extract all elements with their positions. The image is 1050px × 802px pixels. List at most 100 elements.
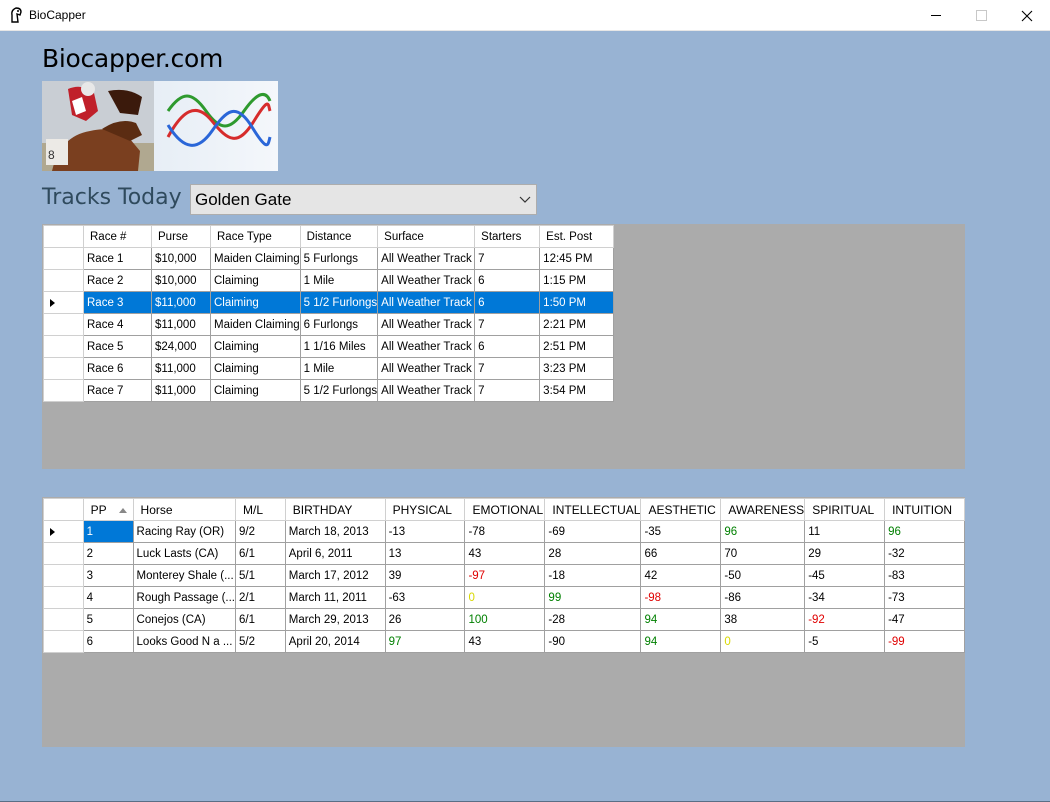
race-cell-race-type[interactable]: Claiming [210,357,301,380]
horses-col-aesthetic[interactable]: AESTHETIC [640,498,722,521]
race-cell-starters[interactable]: 7 [474,313,541,336]
race-row-header[interactable] [43,357,84,380]
race-cell-est-post[interactable]: 1:50 PM [539,291,615,314]
horse-cell-m-l[interactable]: 5/2 [234,630,286,653]
race-cell-purse[interactable]: $11,000 [151,379,211,402]
horse-cell-intuition[interactable]: -83 [884,564,965,587]
races-col-est-post[interactable]: Est. Post [539,225,615,248]
horse-cell-emotional[interactable]: 43 [464,542,546,565]
horse-cell-birthday[interactable]: March 17, 2012 [284,564,386,587]
horse-cell-birthday[interactable]: April 6, 2011 [284,542,386,565]
race-cell-surface[interactable]: All Weather Track [377,313,476,336]
race-cell-surface[interactable]: All Weather Track [377,291,476,314]
race-cell-race[interactable]: Race 4 [83,313,152,336]
horse-cell-spiritual[interactable]: 29 [804,542,886,565]
horses-col-intuition[interactable]: INTUITION [884,498,965,521]
race-cell-est-post[interactable]: 1:15 PM [539,269,615,292]
race-cell-surface[interactable]: All Weather Track [377,269,476,292]
races-col-race-type[interactable]: Race Type [210,225,301,248]
horse-cell-spiritual[interactable]: 11 [804,520,886,543]
horse-cell-emotional[interactable]: 43 [464,630,546,653]
horse-cell-aesthetic[interactable]: 94 [640,630,722,653]
horse-cell-intellectual[interactable]: 99 [544,586,642,609]
horse-cell-intellectual[interactable]: 28 [544,542,642,565]
horse-cell-intellectual[interactable]: -69 [544,520,642,543]
horse-row-header[interactable] [43,608,84,631]
race-cell-race-type[interactable]: Claiming [210,379,301,402]
horse-cell-intuition[interactable]: -47 [884,608,965,631]
horse-cell-intellectual[interactable]: -90 [544,630,642,653]
horses-col-physical[interactable]: PHYSICAL [384,498,466,521]
horse-cell-emotional[interactable]: -97 [464,564,546,587]
races-grid[interactable]: Race # Purse Race Type Distance Surface Start… [42,224,965,469]
horse-cell-intuition[interactable]: -32 [884,542,965,565]
horse-cell-birthday[interactable]: March 11, 2011 [284,586,386,609]
horse-cell-emotional[interactable]: 0 [464,586,546,609]
minimize-button[interactable] [913,0,959,31]
horse-row[interactable]: 5 Conejos (CA) 6/1 March 29, 2013 26 100 -28 94… [43,608,965,631]
horse-cell-aesthetic[interactable]: -35 [640,520,722,543]
horse-cell-horse[interactable]: Luck Lasts (CA) [132,542,236,565]
horse-cell-aesthetic[interactable]: 94 [640,608,722,631]
race-cell-surface[interactable]: All Weather Track [377,379,476,402]
horse-cell-birthday[interactable]: April 20, 2014 [284,630,386,653]
race-cell-race[interactable]: Race 5 [83,335,152,358]
horse-cell-awareness[interactable]: -86 [720,586,806,609]
race-cell-est-post[interactable]: 12:45 PM [539,247,615,270]
race-cell-race[interactable]: Race 7 [83,379,152,402]
horse-row[interactable]: 3 Monterey Shale (... 5/1 March 17, 2012 39-… [43,564,965,587]
horse-cell-physical[interactable]: 13 [384,542,466,565]
horse-row[interactable]: 2 Luck Lasts (CA) 6/1 April 6, 2011 13 43 28 66… [43,542,965,565]
race-cell-race-type[interactable]: Claiming [210,291,301,314]
horse-cell-intuition[interactable]: -99 [884,630,965,653]
race-row[interactable]: Race 1 $10,000 Maiden Claiming 5 Furlongs Al… [43,247,615,270]
horse-row-header[interactable] [43,564,84,587]
race-cell-distance[interactable]: 1 Mile [299,357,379,380]
race-cell-starters[interactable]: 7 [474,357,541,380]
race-cell-purse[interactable]: $24,000 [151,335,211,358]
horse-cell-emotional[interactable]: 100 [464,608,546,631]
race-cell-est-post[interactable]: 2:21 PM [539,313,615,336]
horses-col-m-l[interactable]: M/L [234,498,286,521]
horse-cell-awareness[interactable]: 0 [720,630,806,653]
horse-row-header[interactable] [43,586,84,609]
horse-row[interactable]: 6 Looks Good N a ... 5/2 April 20, 2014 97 43… [43,630,965,653]
race-cell-distance[interactable]: 1 1/16 Miles [299,335,379,358]
race-cell-purse[interactable]: $11,000 [151,291,211,314]
horse-cell-m-l[interactable]: 9/2 [234,520,286,543]
horse-cell-awareness[interactable]: -50 [720,564,806,587]
horses-col-spiritual[interactable]: SPIRITUAL [804,498,886,521]
race-row-header[interactable] [43,335,84,358]
race-row[interactable]: Race 7 $11,000 Claiming 5 1/2 Furlongs All W… [43,379,615,402]
race-cell-distance[interactable]: 5 Furlongs [299,247,379,270]
horses-col-awareness[interactable]: AWARENESS [720,498,806,521]
races-col-purse[interactable]: Purse [151,225,211,248]
race-cell-starters[interactable]: 6 [474,335,541,358]
horse-cell-m-l[interactable]: 5/1 [234,564,286,587]
race-cell-distance[interactable]: 6 Furlongs [299,313,379,336]
race-row-header[interactable] [43,247,84,270]
race-row-header[interactable] [43,291,84,314]
race-row[interactable]: Race 5 $24,000 Claiming 1 1/16 Miles All Wea… [43,335,615,358]
race-cell-starters[interactable]: 6 [474,269,541,292]
horse-cell-aesthetic[interactable]: 42 [640,564,722,587]
maximize-button[interactable] [958,0,1004,31]
horse-cell-intuition[interactable]: 96 [884,520,965,543]
race-row[interactable]: Race 4 $11,000 Maiden Claiming 6 Furlongs Al… [43,313,615,336]
race-cell-distance[interactable]: 5 1/2 Furlongs [299,379,379,402]
races-col-distance[interactable]: Distance [299,225,379,248]
horses-grid[interactable]: PP Horse M/L BIRTHDAY PHYSICAL EMOTIONAL INTEL… [42,497,965,747]
horses-col-pp[interactable]: PP [82,498,134,521]
races-col-race[interactable]: Race # [83,225,152,248]
horse-cell-physical[interactable]: 26 [384,608,466,631]
horses-col-emotional[interactable]: EMOTIONAL [464,498,546,521]
race-row[interactable]: Race 3 $11,000 Claiming 5 1/2 Furlongs All W… [43,291,615,314]
race-cell-starters[interactable]: 7 [474,379,541,402]
race-cell-surface[interactable]: All Weather Track [377,335,476,358]
horse-cell-pp[interactable]: 2 [82,542,134,565]
horse-cell-intellectual[interactable]: -18 [544,564,642,587]
horse-row[interactable]: 4 Rough Passage (... 2/1 March 11, 2011 -63 0… [43,586,965,609]
race-row-header[interactable] [43,269,84,292]
horse-row[interactable]: 1 Racing Ray (OR) 9/2 March 18, 2013 -13 -78-… [43,520,965,543]
horse-cell-pp[interactable]: 5 [82,608,134,631]
